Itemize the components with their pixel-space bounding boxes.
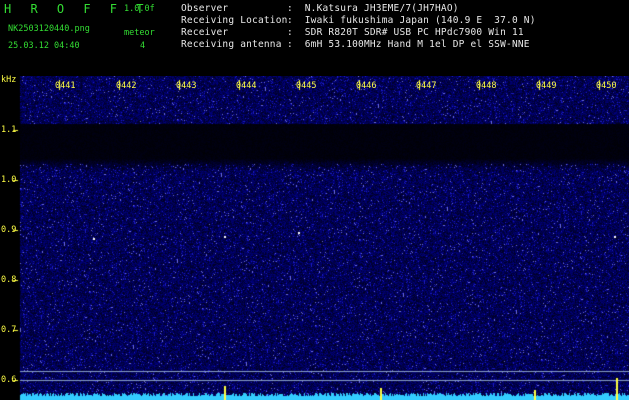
info-antenna-label: Receiving antenna <box>181 39 282 50</box>
time-tick-label: 0446 <box>356 81 377 91</box>
meteor-label: meteor <box>124 28 155 38</box>
time-tick-label: 0441 <box>55 81 76 91</box>
frequency-unit-label: kHz <box>1 75 17 85</box>
info-observer-label: Observer <box>181 3 229 14</box>
info-antenna-value: : 6mH 53.100MHz Hand M 1el DP el SSW-NNE <box>287 39 530 50</box>
time-tick-label: 0449 <box>536 81 557 91</box>
file-name: NK2503120440.png <box>8 24 90 34</box>
time-tick-label: 0445 <box>296 81 317 91</box>
y-tick-label: 0.8 <box>1 275 17 285</box>
spectrogram-canvas <box>0 76 629 400</box>
time-tick-label: 0448 <box>476 81 497 91</box>
y-tick-label: 0.6 <box>1 375 17 385</box>
header-panel: H R O F F T 1.0.0f NK2503120440.png mete… <box>0 0 629 76</box>
app-version: 1.0.0f <box>124 4 155 14</box>
time-tick-label: 0442 <box>116 81 137 91</box>
time-tick-label: 0443 <box>176 81 197 91</box>
date-time: 25.03.12 04:40 <box>8 41 80 51</box>
y-tick-label: 0.9 <box>1 225 17 235</box>
info-location-value: : Iwaki fukushima Japan (140.9 E 37.0 N) <box>287 15 536 26</box>
info-receiver-value: : SDR R820T SDR# USB PC HPdc7900 Win 11 <box>287 27 524 38</box>
y-tick-label: 1.1 <box>1 125 17 135</box>
info-receiver-label: Receiver <box>181 27 229 38</box>
time-tick-label: 0447 <box>416 81 437 91</box>
y-tick-label: 0.7 <box>1 325 17 335</box>
time-tick-label: 0450 <box>596 81 617 91</box>
meteor-count: 4 <box>140 41 146 51</box>
info-observer-value: : N.Katsura JH3EME/7(JH7HAO) <box>287 3 459 14</box>
time-tick-label: 0444 <box>236 81 257 91</box>
y-tick-label: 1.0 <box>1 175 17 185</box>
info-location-label: Receiving Location <box>181 15 288 26</box>
